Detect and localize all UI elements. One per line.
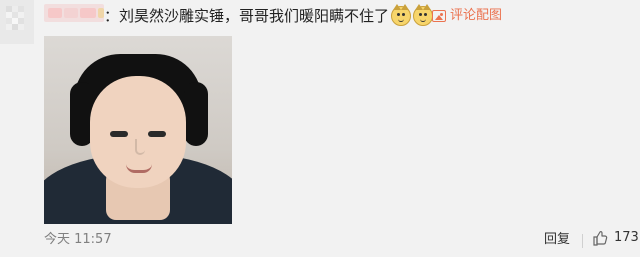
avatar-pixelated bbox=[0, 0, 34, 44]
picture-icon bbox=[432, 10, 446, 22]
like-count: 173 bbox=[614, 230, 639, 245]
thumbs-up-icon bbox=[592, 230, 608, 246]
cat-face-emoji bbox=[391, 4, 412, 26]
comment-text: ：刘昊然沙雕实锤，哥哥我们暖阳瞒不住了 bbox=[104, 7, 390, 25]
comment-line: ：刘昊然沙雕实锤，哥哥我们暖阳瞒不住了 bbox=[104, 4, 434, 27]
divider bbox=[582, 234, 583, 248]
view-picture-link[interactable]: 评论配图 bbox=[432, 8, 502, 24]
comment-photo[interactable] bbox=[44, 36, 232, 224]
view-picture-label: 评论配图 bbox=[450, 8, 503, 23]
username-redacted[interactable] bbox=[44, 4, 104, 22]
reply-button[interactable]: 回复 bbox=[544, 232, 570, 248]
cat-face-emoji bbox=[413, 4, 434, 26]
like-button[interactable]: 173 bbox=[592, 230, 639, 246]
comment-time: 今天 11:57 bbox=[44, 232, 112, 247]
